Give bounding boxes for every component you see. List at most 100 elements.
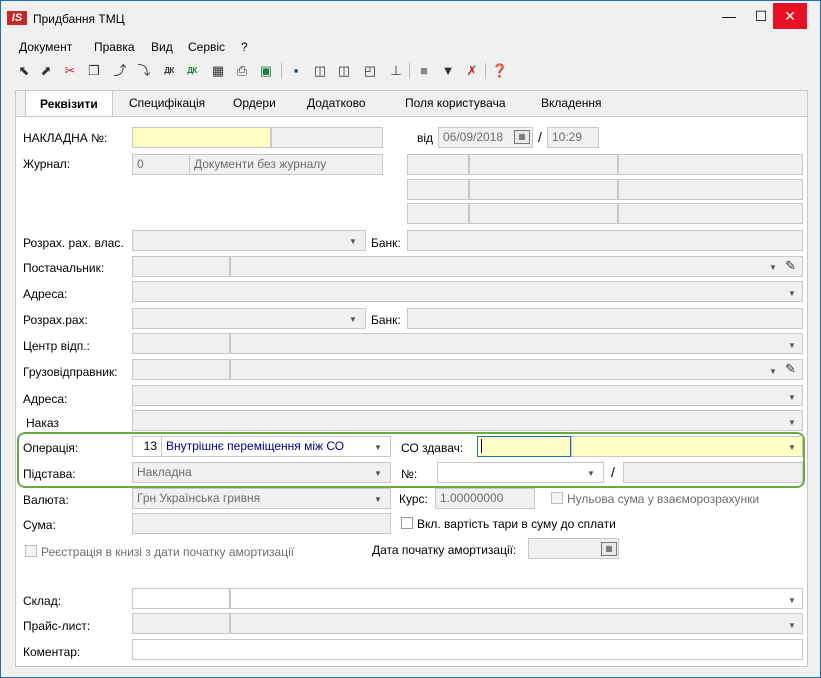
chevron-down-icon[interactable]: ▼ bbox=[788, 393, 796, 403]
amort-start-label: Дата початку амортизації: bbox=[372, 543, 517, 557]
chevron-down-icon[interactable]: ▼ bbox=[769, 263, 777, 273]
chevron-down-icon[interactable]: ▼ bbox=[788, 443, 796, 453]
price-list-select[interactable] bbox=[230, 613, 803, 634]
warehouse-select[interactable] bbox=[230, 588, 803, 609]
bank-field[interactable] bbox=[407, 308, 803, 329]
menu-edit[interactable]: Правка bbox=[94, 40, 135, 54]
comment-input[interactable] bbox=[132, 639, 803, 660]
resp-center-select[interactable] bbox=[230, 333, 803, 354]
operation-code-value: 13 bbox=[143, 439, 157, 453]
help-icon[interactable]: ❓ bbox=[491, 61, 509, 81]
invoice-number-input[interactable] bbox=[132, 127, 271, 148]
stop-icon[interactable]: ■ bbox=[415, 61, 433, 81]
order-select[interactable] bbox=[132, 410, 803, 431]
chevron-down-icon[interactable]: ▼ bbox=[587, 469, 595, 479]
dk-icon[interactable]: ДК bbox=[160, 61, 178, 81]
chevron-down-icon[interactable]: ▼ bbox=[349, 315, 357, 325]
print-icon[interactable]: ⎙ bbox=[233, 61, 251, 81]
bank-field[interactable] bbox=[407, 230, 803, 251]
tab-specification[interactable]: Специфікація bbox=[129, 96, 205, 110]
supplier-code-field[interactable] bbox=[132, 256, 230, 277]
export-icon[interactable]: ⤴ bbox=[111, 61, 129, 81]
shipper-code-field[interactable] bbox=[132, 359, 230, 380]
menu-help[interactable]: ? bbox=[241, 40, 248, 54]
tree-icon[interactable]: ⊥ bbox=[387, 61, 405, 81]
duplicate-icon[interactable]: ❐ bbox=[85, 61, 103, 81]
basis-date-field[interactable] bbox=[623, 462, 803, 483]
settlement-select[interactable] bbox=[132, 308, 366, 329]
co-sender-select[interactable] bbox=[571, 436, 803, 457]
chevron-down-icon[interactable]: ▼ bbox=[788, 418, 796, 428]
minimize-button[interactable]: — bbox=[713, 3, 745, 29]
resp-center-code-field[interactable] bbox=[132, 333, 230, 354]
menu-document[interactable]: Документ bbox=[19, 40, 72, 54]
close-button[interactable]: ✕ bbox=[773, 3, 807, 29]
aux-field bbox=[407, 179, 469, 200]
dk-colored-icon[interactable]: ДК bbox=[183, 61, 201, 81]
menu-view[interactable]: Вид bbox=[151, 40, 173, 54]
shipper-address-select[interactable] bbox=[132, 385, 803, 406]
filter-icon[interactable]: ▼ bbox=[439, 61, 457, 81]
currency-select[interactable]: Грн Українська гривня bbox=[132, 488, 391, 509]
import-icon[interactable]: ⤵ bbox=[135, 61, 153, 81]
edit-pencil-icon[interactable]: ✎ bbox=[785, 361, 796, 377]
copy-icon[interactable]: ⬉ bbox=[15, 61, 33, 81]
chevron-down-icon[interactable]: ▼ bbox=[349, 237, 357, 247]
basis-number-select[interactable] bbox=[437, 462, 604, 483]
chevron-down-icon[interactable]: ▼ bbox=[374, 469, 382, 479]
co-sender-code-input[interactable] bbox=[477, 436, 571, 457]
chart-icon[interactable]: ◰ bbox=[361, 61, 379, 81]
time-field[interactable]: 10:29 bbox=[547, 127, 599, 148]
chevron-down-icon[interactable]: ▼ bbox=[769, 367, 777, 377]
calendar-icon[interactable]: ▦ bbox=[601, 542, 617, 556]
chevron-down-icon[interactable]: ▼ bbox=[788, 341, 796, 351]
edit-pencil-icon[interactable]: ✎ bbox=[785, 258, 796, 274]
resp-center-label: Центр відп.: bbox=[23, 339, 90, 353]
grid-icon[interactable]: ▦ bbox=[209, 61, 227, 81]
price-list-code-field[interactable] bbox=[132, 613, 230, 634]
basis-select[interactable]: Накладна bbox=[132, 462, 391, 483]
columns-icon[interactable]: ◫ bbox=[311, 61, 329, 81]
journal-name-field[interactable]: Документи без журналу bbox=[189, 154, 383, 175]
rate-field[interactable]: 1.00000000 bbox=[435, 488, 535, 509]
aux-field bbox=[618, 203, 803, 224]
menu-service[interactable]: Сервіс bbox=[188, 40, 225, 54]
include-tare-checkbox[interactable] bbox=[401, 517, 413, 529]
tab-orders[interactable]: Ордери bbox=[233, 96, 276, 110]
operation-select[interactable]: Внутрішнє переміщення між СО bbox=[161, 436, 391, 457]
invoice-number-suffix-field[interactable] bbox=[271, 127, 383, 148]
excel-icon[interactable]: ▣ bbox=[257, 61, 275, 81]
window: IS Придбання ТМЦ — ☐ ✕ Документ Правка В… bbox=[0, 0, 821, 678]
aux-field bbox=[469, 203, 618, 224]
zero-sum-checkbox[interactable] bbox=[551, 492, 563, 504]
amount-field[interactable] bbox=[132, 513, 391, 534]
tab-user-fields[interactable]: Поля користувача bbox=[405, 96, 506, 110]
address-select[interactable] bbox=[132, 281, 803, 302]
chevron-down-icon[interactable]: ▼ bbox=[374, 443, 382, 453]
chevron-down-icon[interactable]: ▼ bbox=[374, 495, 382, 505]
calendar-icon[interactable]: ▦ bbox=[514, 130, 530, 144]
aux-field bbox=[618, 154, 803, 175]
clear-filter-icon[interactable]: ✗ bbox=[463, 61, 481, 81]
operation-name-value: Внутрішнє переміщення між СО bbox=[166, 439, 345, 453]
chevron-down-icon[interactable]: ▼ bbox=[788, 596, 796, 606]
journal-code-field[interactable]: 0 bbox=[132, 154, 190, 175]
chevron-down-icon[interactable]: ▼ bbox=[788, 289, 796, 299]
columns2-icon[interactable]: ◫ bbox=[335, 61, 353, 81]
register-book-checkbox[interactable] bbox=[25, 545, 37, 557]
shipper-select[interactable] bbox=[230, 359, 803, 380]
window-title: Придбання ТМЦ bbox=[33, 12, 125, 26]
tab-requisites[interactable]: Реквізити bbox=[25, 90, 113, 118]
settlement-own-select[interactable] bbox=[132, 230, 366, 251]
currency-value: Грн Українська гривня bbox=[137, 491, 261, 505]
paste-icon[interactable]: ⬈ bbox=[37, 61, 55, 81]
tab-additional[interactable]: Додатково bbox=[307, 96, 366, 110]
delete-icon[interactable]: ✂ bbox=[61, 61, 79, 81]
aux-field bbox=[469, 179, 618, 200]
supplier-name-select[interactable] bbox=[230, 256, 803, 277]
operation-code-field[interactable]: 13 bbox=[132, 436, 162, 457]
save-icon[interactable]: ▪ bbox=[287, 61, 305, 81]
tab-attachments[interactable]: Вкладення bbox=[541, 96, 602, 110]
chevron-down-icon[interactable]: ▼ bbox=[788, 621, 796, 631]
warehouse-code-field[interactable] bbox=[132, 588, 230, 609]
